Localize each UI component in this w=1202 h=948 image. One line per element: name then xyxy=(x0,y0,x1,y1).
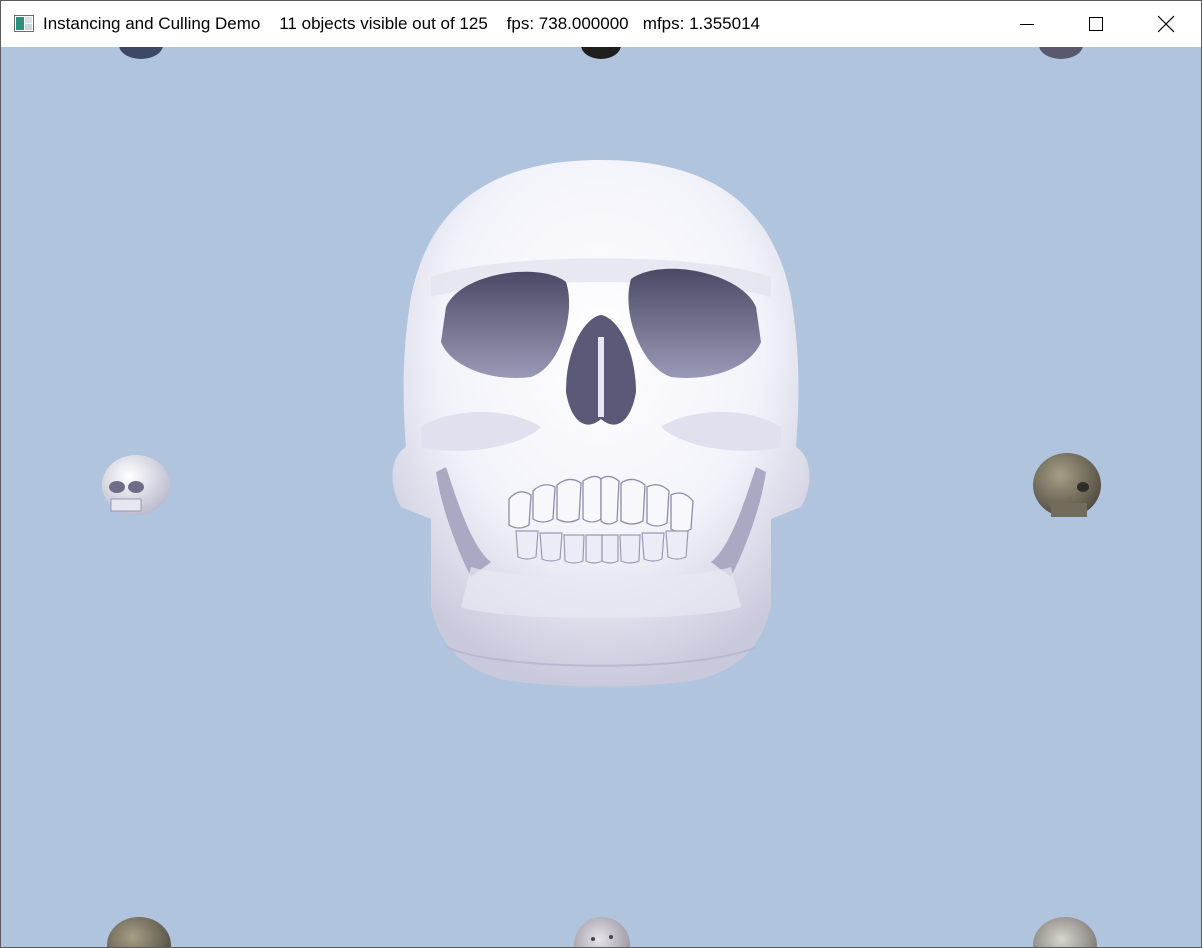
maximize-icon xyxy=(1089,17,1103,31)
close-icon xyxy=(1157,15,1175,33)
window-title: Instancing and Culling Demo 11 objects v… xyxy=(43,14,760,33)
minimize-button[interactable] xyxy=(1004,1,1050,47)
skull-bottom-center xyxy=(574,917,630,947)
skull-small-right xyxy=(1033,453,1101,517)
scene xyxy=(102,47,1101,947)
skull-top-center xyxy=(581,47,621,59)
title-bar[interactable]: Instancing and Culling Demo 11 objects v… xyxy=(1,1,1201,47)
skull-top-right xyxy=(1039,47,1083,59)
minimize-icon xyxy=(1020,24,1034,25)
skull-small-left xyxy=(102,455,170,515)
skull-top-left xyxy=(119,47,163,59)
render-viewport[interactable] xyxy=(1,47,1201,947)
app-icon xyxy=(14,15,34,32)
skull-bottom-right xyxy=(1033,917,1097,947)
close-button[interactable] xyxy=(1143,1,1189,47)
skull-large-center xyxy=(392,160,810,687)
app-window: Instancing and Culling Demo 11 objects v… xyxy=(0,0,1202,948)
maximize-button[interactable] xyxy=(1073,1,1119,47)
skull-bottom-left xyxy=(107,917,171,947)
